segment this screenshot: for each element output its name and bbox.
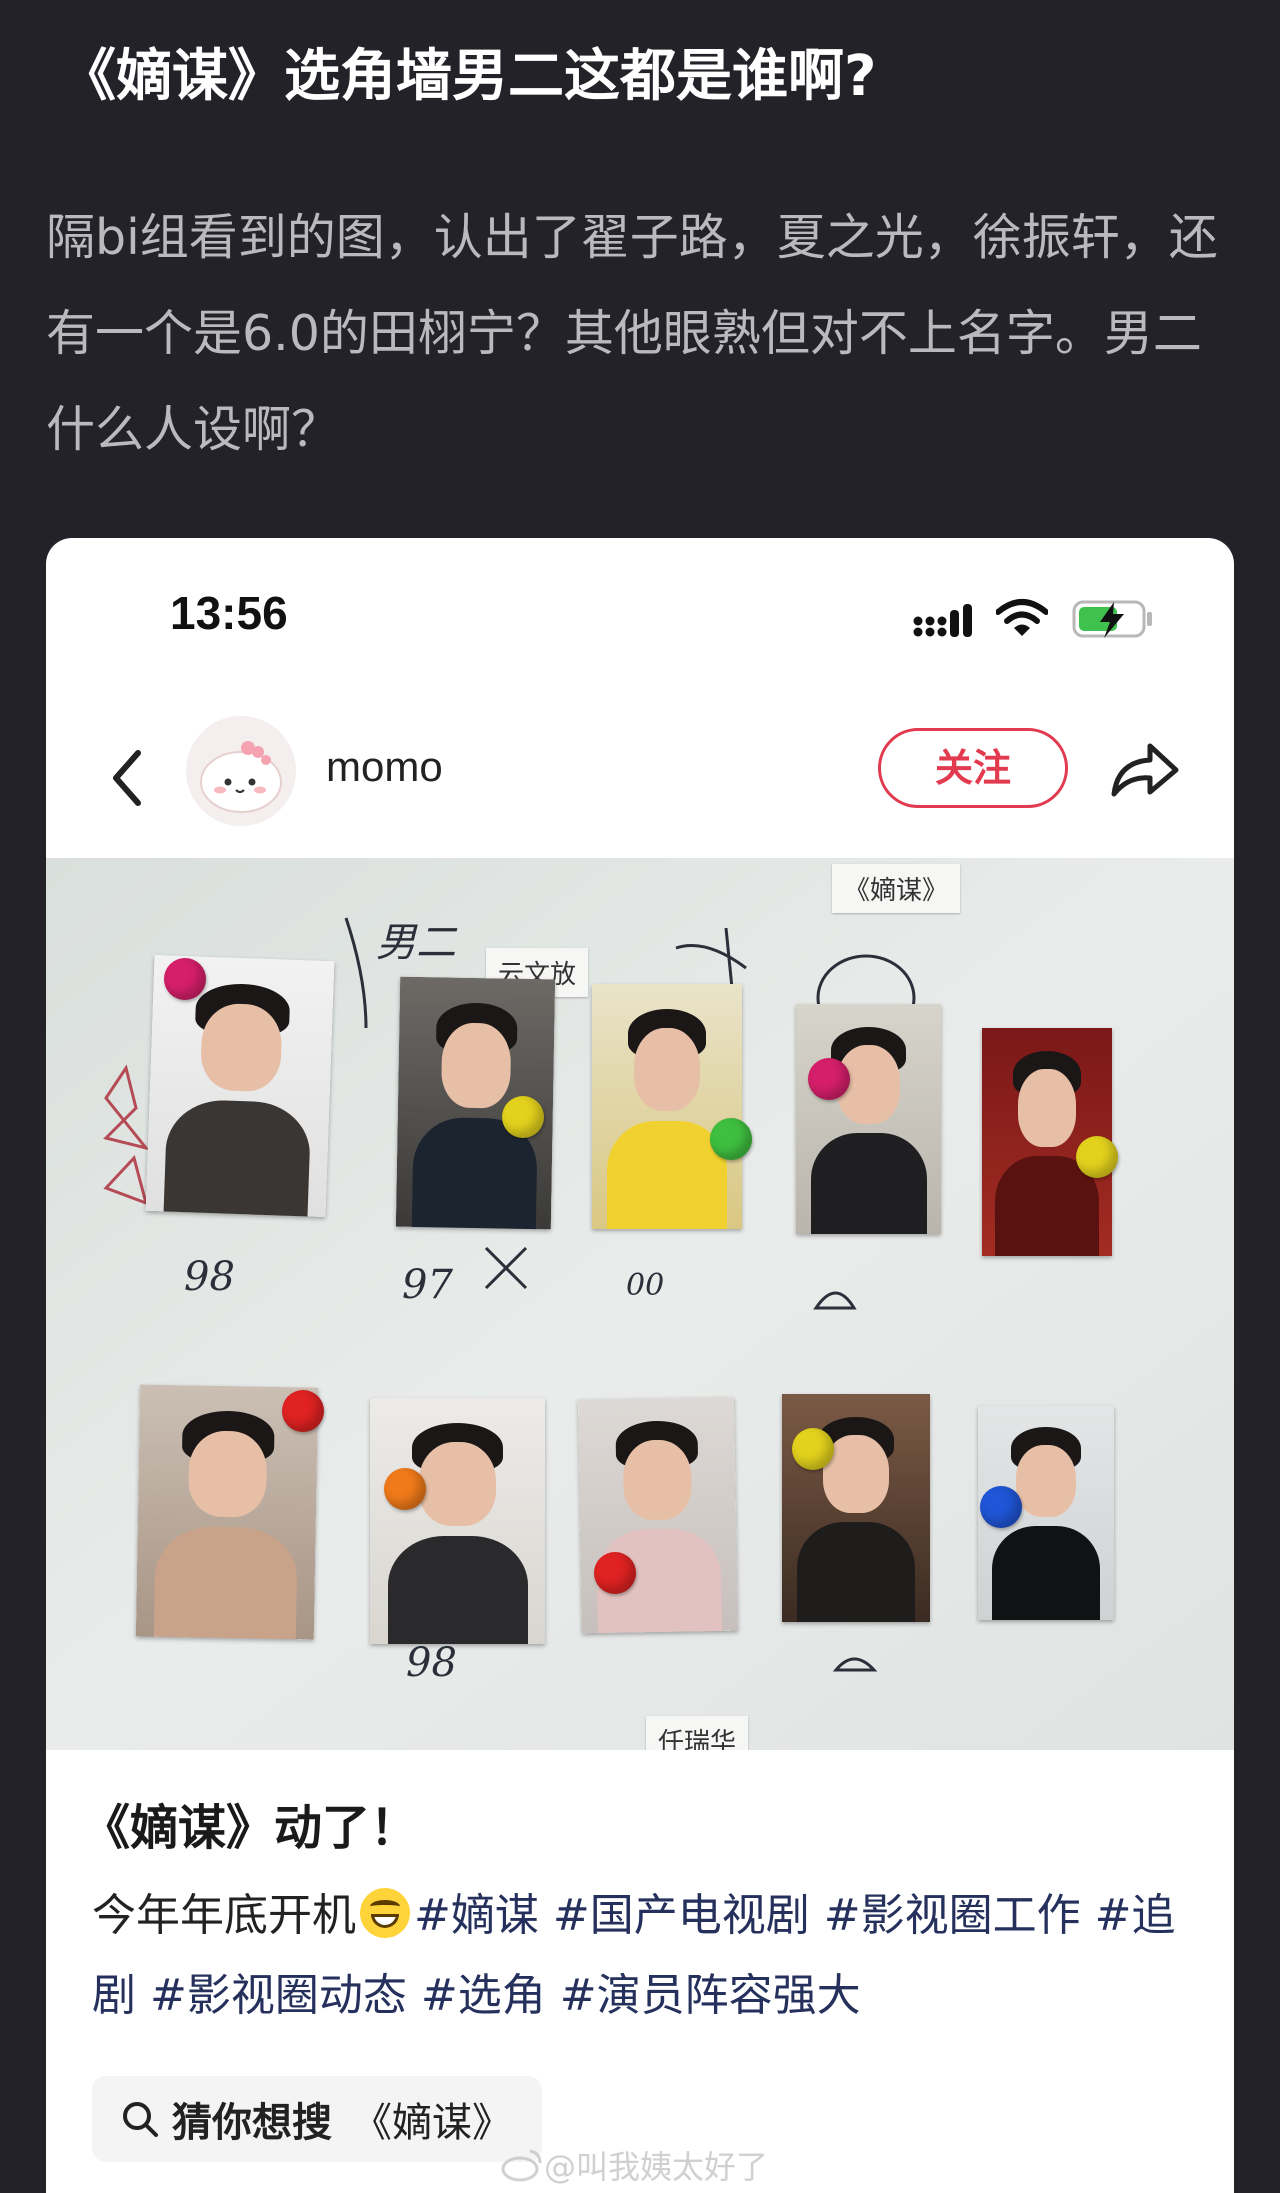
- hashtag[interactable]: #嫡谋: [414, 1890, 539, 1941]
- search-chip-keyword: 《嫡谋》: [352, 2100, 512, 2146]
- magnet: [164, 958, 206, 1000]
- watermark-text: @叫我姨太好了: [544, 2148, 769, 2186]
- casting-wall-photo: 《嫡谋》 云文放 任瑞华 男二 98 97 00 98: [46, 858, 1234, 1750]
- magnet: [792, 1428, 834, 1470]
- hashtag[interactable]: #国产电视剧: [553, 1890, 810, 1941]
- paper-tag-title: 《嫡谋》: [832, 864, 961, 913]
- search-icon: [123, 2102, 158, 2137]
- actor-photo: [577, 1396, 739, 1634]
- post-body: 隔bi组看到的图，认出了翟子路，夏之光，徐振轩，还有一个是6.0的田栩宁？其他眼…: [46, 209, 1218, 458]
- caption-lead: 今年年底开机: [92, 1890, 356, 1941]
- watermark: @叫我姨太好了: [500, 2142, 768, 2188]
- battery-icon: [1072, 600, 1152, 638]
- magnet: [808, 1058, 850, 1100]
- cartoon-avatar-icon: [200, 741, 282, 813]
- post-title: 《嫡谋》选角墙男二这都是谁啊?: [60, 44, 877, 109]
- magnet: [980, 1486, 1022, 1528]
- share-icon[interactable]: [1106, 732, 1182, 808]
- weibo-logo-icon: [501, 2149, 542, 2182]
- avatar[interactable]: [186, 716, 296, 826]
- profile-header: momo 关注: [46, 688, 1234, 858]
- actor-photo: [592, 984, 742, 1229]
- hashtag[interactable]: #影视圈动态: [150, 1970, 407, 2021]
- status-time: 13:56: [170, 587, 288, 639]
- magnet: [384, 1468, 426, 1510]
- back-arrow-icon[interactable]: [98, 738, 158, 818]
- actor-photo: [782, 1394, 930, 1622]
- handwritten-number: 00: [626, 1268, 665, 1303]
- hashtag[interactable]: #选角: [421, 1970, 546, 2021]
- handwritten-number: 97: [402, 1262, 453, 1308]
- username[interactable]: momo: [326, 743, 443, 791]
- actor-photo: [370, 1398, 545, 1644]
- handwritten-number: 98: [406, 1640, 457, 1686]
- hashtag[interactable]: #演员阵容强大: [560, 1970, 861, 2021]
- caption-title: 《嫡谋》动了！: [82, 1800, 419, 1856]
- hashtag[interactable]: #影视圈工作: [824, 1890, 1081, 1941]
- handwritten-number: 98: [184, 1254, 235, 1300]
- embedded-screenshot: 13:56 momo 关注 《嫡谋》 云文放 任瑞华 男二 98 97 00 9…: [46, 538, 1234, 2193]
- magnet: [502, 1096, 544, 1138]
- actor-photo: [796, 1004, 941, 1234]
- paper-tag-name: 任瑞华: [646, 1716, 749, 1750]
- handwritten-note: 男二: [376, 920, 456, 966]
- caption-body: 今年年底开机 #嫡谋 #国产电视剧 #影视圈工作 #追剧 #影视圈动态 #选角 #…: [92, 1876, 1192, 2036]
- status-bar: 13:56: [46, 538, 1234, 688]
- suggested-search-chip[interactable]: 猜你想搜 《嫡谋》: [92, 2076, 542, 2162]
- search-chip-prefix: 猜你想搜: [172, 2100, 332, 2146]
- magnet: [282, 1390, 324, 1432]
- signal-icon: [913, 604, 972, 637]
- wifi-icon: [996, 599, 1048, 636]
- grin-emoji-icon: [360, 1888, 410, 1938]
- magnet: [1076, 1136, 1118, 1178]
- magnet: [710, 1118, 752, 1160]
- magnet: [594, 1552, 636, 1594]
- follow-button[interactable]: 关注: [878, 728, 1068, 808]
